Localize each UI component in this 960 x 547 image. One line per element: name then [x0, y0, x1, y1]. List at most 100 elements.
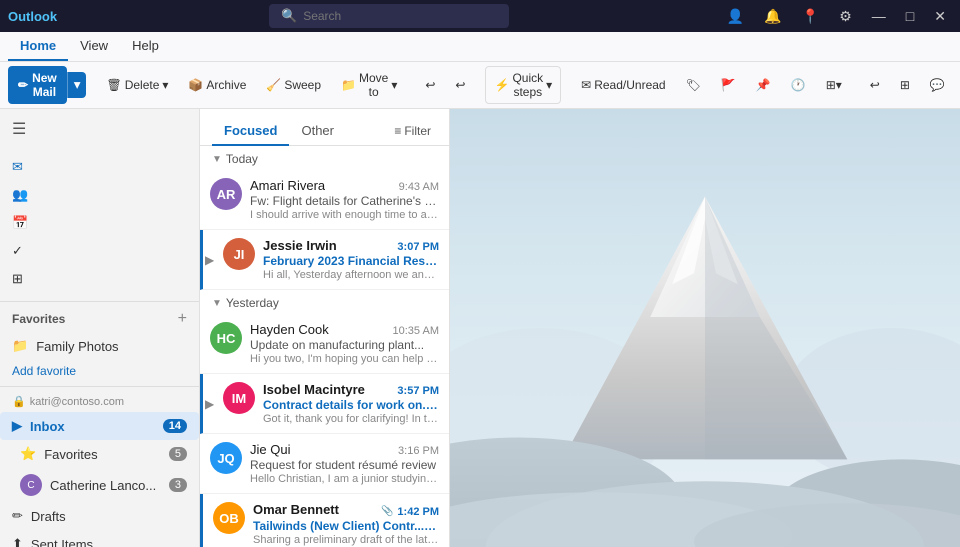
add-favorites-btn[interactable]: +	[178, 310, 187, 328]
sidebar-item-people[interactable]: 👥	[0, 181, 199, 209]
attachment-icon: 📎	[381, 506, 393, 517]
location-btn[interactable]: 📍	[796, 6, 825, 27]
people-icon-btn[interactable]: 👤	[721, 6, 750, 27]
maximize-btn[interactable]: □	[900, 6, 920, 26]
sidebar-item-apps[interactable]: ⊞	[0, 265, 199, 293]
email-time: 10:35 AM	[393, 325, 439, 337]
email-subject: Fw: Flight details for Catherine's gr...	[250, 194, 439, 208]
email-content: Jessie Irwin 3:07 PM February 2023 Finan…	[263, 238, 439, 281]
hamburger-menu[interactable]: ☰	[8, 115, 30, 143]
settings-btn[interactable]: ⚙	[833, 6, 858, 27]
expand-arrow: ▶	[205, 397, 214, 411]
email-preview: Hi all, Yesterday afternoon we announced…	[263, 269, 439, 281]
sidebar-item-inbox[interactable]: ▶ Inbox 14	[0, 412, 199, 440]
sidebar-header: ☰	[0, 109, 199, 149]
tab-home[interactable]: Home	[8, 32, 68, 61]
account-icon: 🔒	[12, 395, 26, 408]
email-header: Isobel Macintyre 3:57 PM	[263, 382, 439, 397]
email-time: 1:42 PM	[397, 506, 439, 518]
ribbon: Home View Help ✏ New Mail ▾ 🗑 Delete ▾ 📦…	[0, 32, 960, 109]
undo2-button[interactable]: ↩	[862, 74, 888, 96]
redo-icon: ↩	[455, 78, 465, 92]
quick-steps-button[interactable]: ⚡ Quick steps ▾	[485, 66, 561, 104]
mountain-background	[450, 109, 960, 547]
email-avatar: JI	[223, 238, 255, 270]
people-icon: 👥	[12, 187, 28, 203]
main-layout: ☰ ✉ 👥 📅 ✓ ⊞ Favorites +	[0, 109, 960, 547]
read-unread-button[interactable]: ✉ Read/Unread	[573, 74, 673, 96]
redo-button[interactable]: ↩	[447, 74, 473, 96]
email-item[interactable]: ▶ IM Isobel Macintyre 3:57 PM Contract d…	[200, 374, 449, 434]
app-logo: Outlook	[8, 9, 57, 24]
favorites-header: Favorites +	[0, 306, 199, 332]
move-icon: 📁	[341, 78, 356, 92]
account-section: 🔒 katri@contoso.com	[0, 391, 199, 412]
sidebar-item-family-photos[interactable]: 📁 Family Photos	[0, 332, 199, 360]
view-options-button[interactable]: ⊞▾	[818, 74, 850, 96]
email-time: 9:43 AM	[399, 181, 439, 193]
reading-pane	[450, 109, 960, 547]
move-to-button[interactable]: 📁 Move to ▾	[333, 67, 405, 103]
email-item[interactable]: JQ Jie Qui 3:16 PM Request for student r…	[200, 434, 449, 494]
tab-help[interactable]: Help	[120, 32, 171, 61]
tag-button[interactable]: 🏷	[678, 74, 709, 96]
sidebar-item-tasks[interactable]: ✓	[0, 237, 199, 265]
delete-button[interactable]: 🗑 Delete ▾	[98, 74, 176, 96]
date-group-today[interactable]: ▼ Today	[200, 146, 449, 170]
email-subject: Request for student résumé review	[250, 458, 439, 472]
tab-view[interactable]: View	[68, 32, 120, 61]
sidebar-item-calendar[interactable]: 📅	[0, 209, 199, 237]
lightning-icon: ⚡	[494, 78, 509, 92]
email-subject: Update on manufacturing plant...	[250, 338, 439, 352]
notifications-btn[interactable]: 🔔	[758, 6, 787, 27]
sidebar-item-favorites-folder[interactable]: ⭐ Favorites 5	[0, 440, 199, 468]
add-favorite-link[interactable]: Add favorite	[0, 360, 199, 382]
new-mail-dropdown[interactable]: ▾	[67, 72, 87, 98]
minimize-btn[interactable]: —	[866, 6, 892, 26]
sidebar-item-drafts[interactable]: ✏ Drafts	[0, 502, 199, 530]
undo-icon: ↩	[425, 78, 435, 92]
archive-button[interactable]: 📦 Archive	[180, 74, 254, 96]
email-item[interactable]: HC Hayden Cook 10:35 AM Update on manufa…	[200, 314, 449, 374]
email-sender: Jessie Irwin	[263, 238, 337, 253]
sweep-button[interactable]: 🧹 Sweep	[258, 74, 329, 96]
email-content: Amari Rivera 9:43 AM Fw: Flight details …	[250, 178, 439, 221]
table-button[interactable]: ⊞	[892, 74, 918, 96]
pencil-icon: ✏	[18, 78, 28, 92]
flag-button[interactable]: 🚩	[713, 74, 744, 96]
email-content: Omar Bennett 📎 1:42 PM Tailwinds (New Cl…	[253, 502, 439, 547]
search-bar[interactable]: 🔍	[269, 4, 509, 28]
favorites-title: Favorites	[12, 312, 65, 326]
sidebar-item-mail[interactable]: ✉	[0, 153, 199, 181]
clock-button[interactable]: 🕐	[783, 74, 814, 96]
email-item[interactable]: ▶ JI Jessie Irwin 3:07 PM February 2023 …	[200, 230, 449, 290]
date-group-yesterday[interactable]: ▼ Yesterday	[200, 290, 449, 314]
email-header: Amari Rivera 9:43 AM	[250, 178, 439, 193]
new-mail-button[interactable]: ✏ New Mail	[8, 66, 67, 104]
favorites-folder-icon: ⭐	[20, 446, 36, 462]
email-item[interactable]: AR Amari Rivera 9:43 AM Fw: Flight detai…	[200, 170, 449, 230]
sidebar-item-sent[interactable]: ⬆ Sent Items	[0, 530, 199, 547]
mail-icon: ✉	[12, 159, 23, 175]
undo-button[interactable]: ↩	[417, 74, 443, 96]
email-time: 3:07 PM	[397, 241, 439, 253]
search-icon: 🔍	[281, 8, 297, 24]
sidebar-item-catherine[interactable]: C Catherine Lanco... 3	[0, 468, 199, 502]
delete-icon: 🗑	[106, 78, 121, 92]
email-preview: I should arrive with enough time to atte…	[250, 209, 439, 221]
chat-button[interactable]: 💬	[922, 74, 953, 96]
email-avatar: IM	[223, 382, 255, 414]
close-btn[interactable]: ✕	[928, 6, 952, 27]
ribbon-tabs: Home View Help	[0, 32, 960, 62]
email-sender: Omar Bennett	[253, 502, 339, 517]
pin-button[interactable]: 📌	[748, 74, 779, 96]
search-input[interactable]	[303, 9, 483, 23]
email-item[interactable]: OB Omar Bennett 📎 1:42 PM Tailwinds (New…	[200, 494, 449, 547]
archive-icon: 📦	[188, 78, 203, 92]
sent-icon: ⬆	[12, 536, 23, 547]
tab-focused[interactable]: Focused	[212, 117, 289, 146]
filter-button[interactable]: ≡ Filter	[388, 120, 437, 142]
email-tabs: Focused Other ≡ Filter	[200, 109, 449, 146]
tab-other[interactable]: Other	[289, 117, 346, 146]
sweep-icon: 🧹	[266, 78, 281, 92]
